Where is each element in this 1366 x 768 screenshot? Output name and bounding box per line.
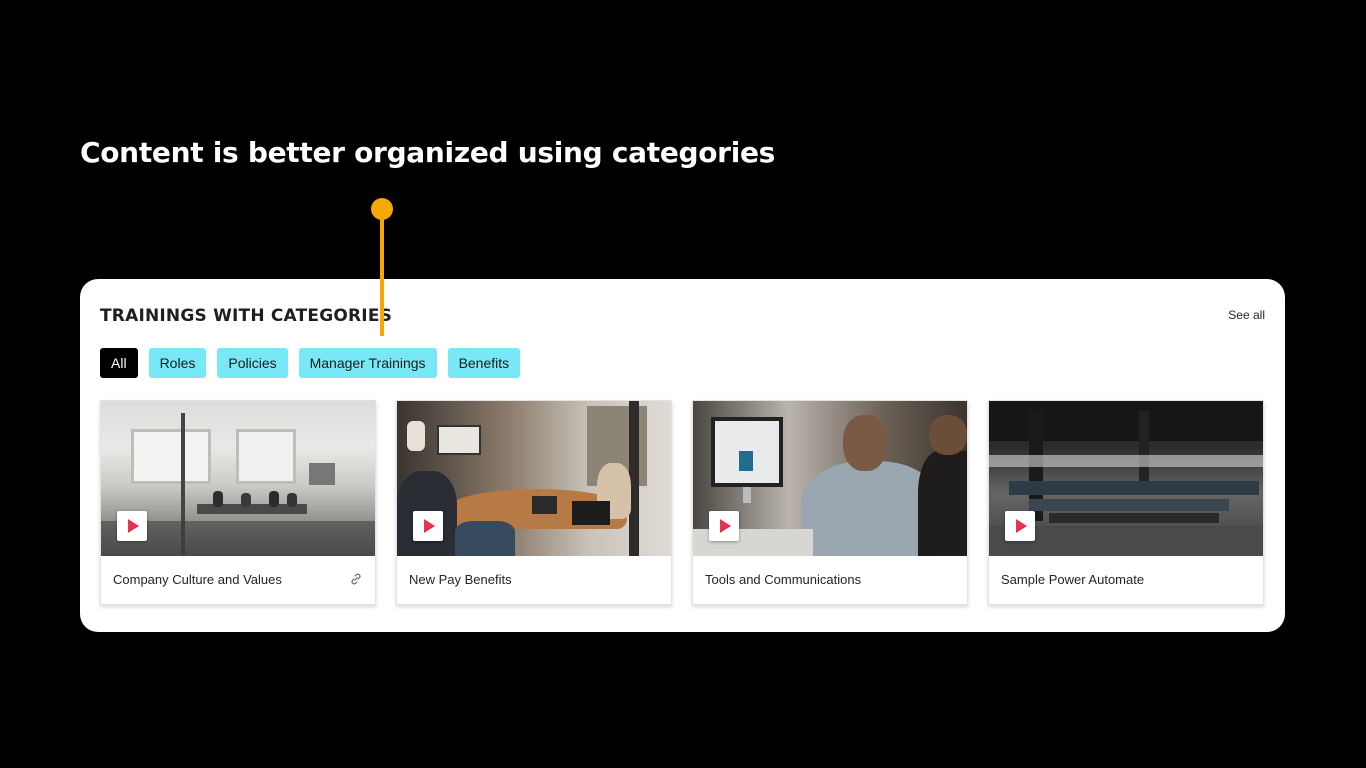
play-icon <box>709 511 739 541</box>
link-icon[interactable] <box>349 572 363 586</box>
callout-line <box>380 214 384 336</box>
chip-roles[interactable]: Roles <box>148 348 207 378</box>
chip-policies[interactable]: Policies <box>217 348 288 378</box>
page-headline: Content is better organized using catego… <box>80 136 776 169</box>
play-icon <box>413 511 443 541</box>
chip-manager-trainings[interactable]: Manager Trainings <box>298 348 437 378</box>
card-title: Tools and Communications <box>705 572 862 587</box>
chip-benefits[interactable]: Benefits <box>447 348 521 378</box>
see-all-link[interactable]: See all <box>1228 308 1265 322</box>
trainings-panel: TRAININGS WITH CATEGORIES See all All Ro… <box>80 279 1285 632</box>
training-thumbnail <box>693 401 967 556</box>
card-title: New Pay Benefits <box>409 572 512 587</box>
chip-all[interactable]: All <box>100 348 138 378</box>
card-title: Company Culture and Values <box>113 572 282 587</box>
training-card-tools-communications[interactable]: Tools and Communications <box>692 400 968 605</box>
play-icon <box>1005 511 1035 541</box>
training-thumbnail <box>101 401 375 556</box>
training-card-new-pay-benefits[interactable]: New Pay Benefits <box>396 400 672 605</box>
play-icon <box>117 511 147 541</box>
training-thumbnail <box>397 401 671 556</box>
training-thumbnail <box>989 401 1263 556</box>
training-card-sample-power-automate[interactable]: Sample Power Automate <box>988 400 1264 605</box>
card-title: Sample Power Automate <box>1001 572 1145 587</box>
training-card-company-culture[interactable]: Company Culture and Values <box>100 400 376 605</box>
category-chips: All Roles Policies Manager Trainings Ben… <box>100 348 521 378</box>
training-cards: Company Culture and Values New Pay Benef… <box>100 400 1264 605</box>
panel-title: TRAININGS WITH CATEGORIES <box>100 306 393 326</box>
